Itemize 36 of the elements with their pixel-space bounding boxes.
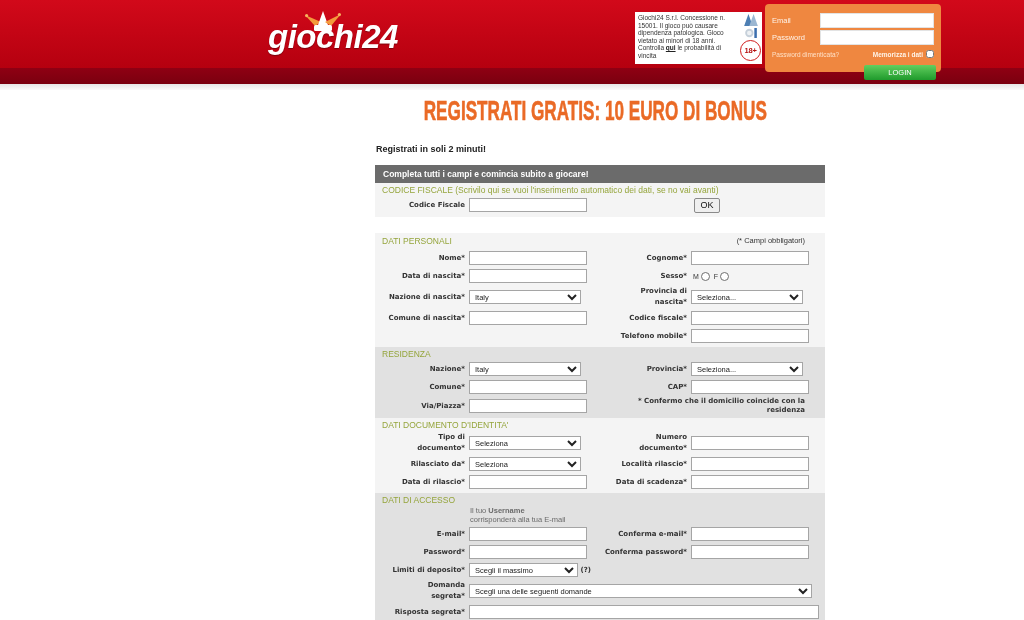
section-title: DATI DI ACCESSO bbox=[382, 494, 456, 505]
text-field[interactable] bbox=[691, 475, 809, 489]
logo-text[interactable]: giochi24 bbox=[268, 20, 398, 53]
text-field[interactable] bbox=[469, 605, 819, 619]
text-field[interactable] bbox=[691, 329, 809, 343]
ok-button[interactable]: OK bbox=[694, 197, 720, 213]
section-title: DATI PERSONALI bbox=[382, 236, 452, 246]
text-field[interactable] bbox=[691, 380, 809, 394]
email-field[interactable] bbox=[820, 13, 934, 28]
text-field[interactable] bbox=[469, 198, 587, 212]
text-field[interactable] bbox=[691, 251, 809, 265]
seal-icon bbox=[744, 28, 757, 38]
text-field[interactable] bbox=[469, 399, 587, 413]
promo-title: REGISTRATI GRATIS: 10 EURO DI BONUS bbox=[423, 97, 767, 125]
remember-checkbox[interactable] bbox=[926, 50, 934, 58]
section-title: CODICE FISCALE (Scrivilo qui se vuoi l'inserimento automatico dei dati, se no vai avanti) bbox=[382, 184, 719, 195]
text-field[interactable] bbox=[469, 380, 587, 394]
text-field[interactable] bbox=[469, 311, 587, 325]
password-field[interactable] bbox=[820, 30, 934, 45]
text-field[interactable] bbox=[691, 527, 809, 541]
text-field[interactable] bbox=[691, 545, 809, 559]
text-field[interactable] bbox=[691, 311, 809, 325]
triangle-logo-icon bbox=[743, 14, 758, 26]
section-title: RESIDENZA bbox=[382, 348, 431, 359]
radio-button[interactable] bbox=[700, 271, 710, 281]
form-header: Completa tutti i campi e comincia subito a giocare! bbox=[375, 165, 825, 183]
text-field[interactable] bbox=[469, 545, 587, 559]
text-field[interactable] bbox=[469, 251, 587, 265]
section-title: DATI DOCUMENTO D'IDENTITA' bbox=[382, 419, 509, 430]
text-field[interactable] bbox=[469, 527, 587, 541]
text-field[interactable] bbox=[469, 475, 587, 489]
text-field[interactable] bbox=[469, 269, 587, 283]
text-field[interactable] bbox=[691, 457, 809, 471]
text-field[interactable] bbox=[691, 436, 809, 450]
intro-text: Registrati in soli 2 minuti! bbox=[376, 143, 487, 155]
radio-button[interactable] bbox=[720, 271, 730, 281]
